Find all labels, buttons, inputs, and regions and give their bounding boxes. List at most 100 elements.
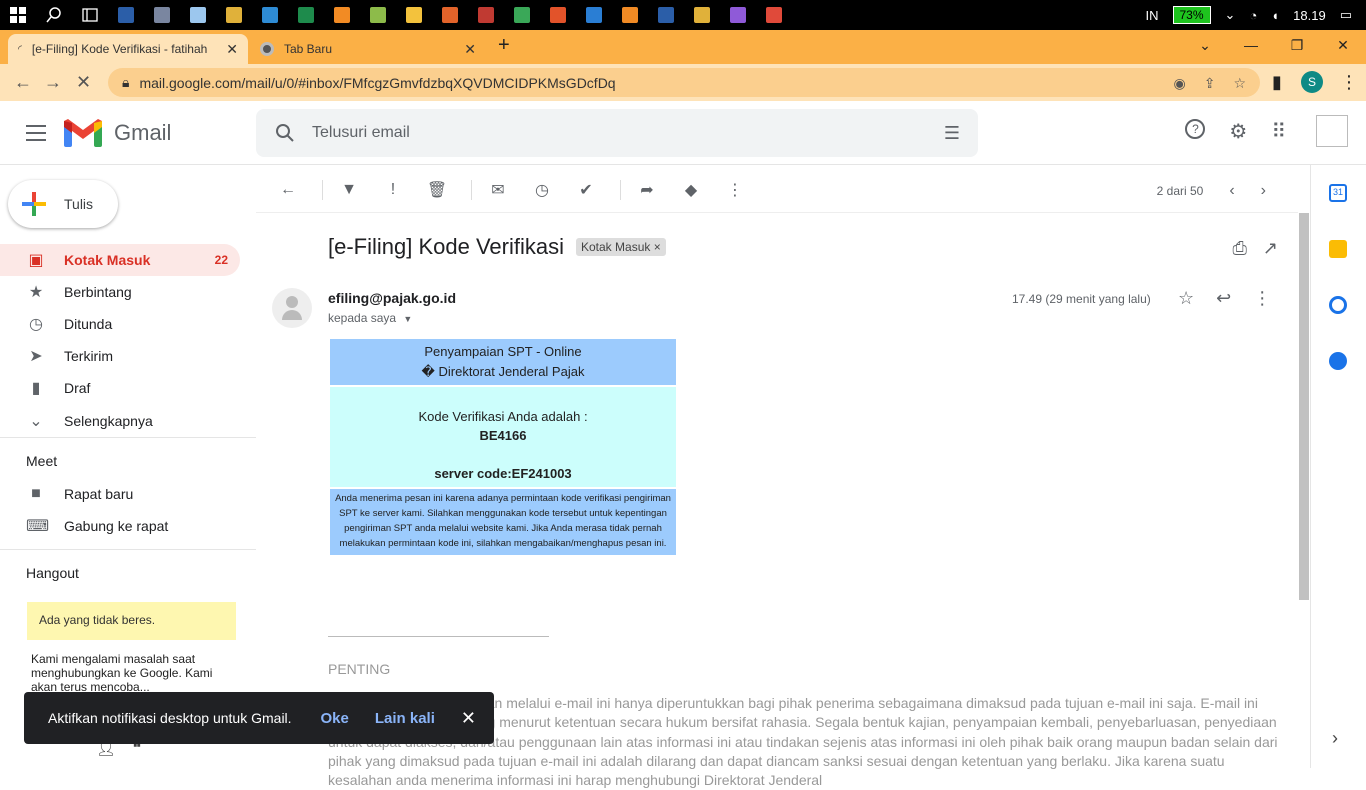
tab-search-icon[interactable]: ⌄	[1182, 30, 1228, 60]
restore-icon[interactable]: ❐	[1274, 30, 1320, 60]
task-view-icon[interactable]	[72, 0, 108, 30]
notes-icon[interactable]	[180, 0, 216, 30]
expand-panel-icon[interactable]: ›	[1332, 728, 1338, 749]
back-arrow-icon[interactable]: ←	[270, 172, 306, 208]
chevron-up-icon[interactable]: ⌄	[1225, 7, 1236, 23]
close-window-icon[interactable]: ✕	[1320, 30, 1366, 60]
close-icon[interactable]: ✕	[461, 708, 476, 729]
search-input[interactable]: Telusuri email	[312, 124, 944, 142]
chrome2-icon[interactable]	[684, 0, 720, 30]
gmail-logo[interactable]: Gmail	[64, 119, 171, 147]
remove-label-icon[interactable]: ×	[654, 240, 661, 254]
print-icon[interactable]: ⎙	[1233, 238, 1247, 259]
dropdown-caret-icon[interactable]: ▼	[403, 314, 412, 324]
menu-icon[interactable]	[26, 125, 46, 146]
settings-gear-icon[interactable]: ⚙	[1229, 119, 1247, 144]
volume-icon[interactable]: ◖	[1271, 8, 1279, 23]
word-icon[interactable]	[648, 0, 684, 30]
chevron-right-icon[interactable]: ›	[1261, 182, 1266, 200]
tab-new[interactable]: Tab Baru ✕	[250, 34, 486, 64]
sidebar-item-inbox[interactable]: ▣ Kotak Masuk 22	[0, 244, 240, 276]
search-icon[interactable]	[274, 123, 296, 143]
stop-icon[interactable]: ✕	[76, 72, 91, 93]
battery-indicator[interactable]: 73%	[1173, 6, 1211, 24]
account-image[interactable]	[1316, 115, 1348, 147]
star-bookmark-icon[interactable]: ☆	[1233, 75, 1246, 92]
label-icon[interactable]: ◆	[673, 172, 709, 208]
sidebar-item-snoozed[interactable]: ◷ Ditunda	[0, 308, 240, 340]
help-icon[interactable]: ?	[1185, 119, 1205, 139]
snooze-icon[interactable]: ◷	[524, 172, 560, 208]
star-icon[interactable]: ☆	[1178, 288, 1194, 309]
browser-icon[interactable]	[720, 0, 756, 30]
clock-text[interactable]: 18.19	[1293, 8, 1326, 23]
tasks-icon[interactable]	[1329, 296, 1347, 314]
apps-grid-icon[interactable]: ⠿	[1271, 119, 1286, 144]
open-new-window-icon[interactable]: ↗	[1263, 238, 1278, 259]
more-vert-icon[interactable]: ⋮	[717, 172, 753, 208]
browser-menu-icon[interactable]: ⋮	[1340, 72, 1358, 93]
sidebar-item-drafts[interactable]: ▮ Draf	[0, 372, 240, 404]
network-icon[interactable]: ◔	[1249, 8, 1257, 23]
excel-icon[interactable]	[288, 0, 324, 30]
new-tab-button[interactable]: +	[498, 34, 510, 57]
chevron-left-icon[interactable]: ‹	[1229, 182, 1234, 200]
recipient-text[interactable]: kepada saya ▼	[328, 311, 412, 325]
search-icon[interactable]	[36, 0, 72, 30]
contacts-icon[interactable]	[1329, 352, 1347, 370]
close-tab-icon[interactable]: ✕	[464, 41, 476, 58]
keep-icon[interactable]	[1329, 240, 1347, 258]
edge-icon[interactable]	[252, 0, 288, 30]
orange-app-icon[interactable]	[324, 0, 360, 30]
sidebar-item-more[interactable]: ⌄ Selengkapnya	[0, 405, 240, 437]
close-tab-icon[interactable]: ✕	[226, 41, 238, 58]
move-to-icon[interactable]: ➦	[629, 172, 665, 208]
address-bar[interactable]: 🔒︎ mail.google.com/mail/u/0/#inbox/FMfcg…	[108, 68, 1260, 97]
forward-icon[interactable]: →	[44, 72, 62, 93]
tab-gmail[interactable]: ◜ [e-Filing] Kode Verifikasi - fatihah ✕	[8, 34, 248, 64]
compose-button[interactable]: Tulis	[8, 180, 118, 228]
converter-icon[interactable]	[432, 0, 468, 30]
image-app-icon[interactable]	[360, 0, 396, 30]
chrome-icon[interactable]	[216, 0, 252, 30]
sender-avatar[interactable]	[272, 288, 312, 328]
report-spam-icon[interactable]: !	[375, 172, 411, 208]
back-icon[interactable]: ←	[14, 72, 32, 93]
label-chip-text: Kotak Masuk	[581, 240, 650, 254]
calendar-icon[interactable]: 31	[1329, 184, 1347, 202]
meet-join-meeting[interactable]: ⌨ Gabung ke rapat	[0, 510, 240, 542]
share-icon[interactable]: ⇪	[1204, 75, 1216, 92]
sidebar-item-starred[interactable]: ★ Berbintang	[0, 276, 240, 308]
profile-avatar[interactable]: S	[1301, 71, 1323, 93]
pdf-icon[interactable]	[540, 0, 576, 30]
ps-icon[interactable]	[108, 0, 144, 30]
meet-new-meeting[interactable]: ■ Rapat baru	[0, 478, 240, 510]
notification-icon[interactable]: ▭	[1340, 7, 1352, 23]
sender-email[interactable]: efiling@pajak.go.id	[328, 290, 456, 306]
delete-icon[interactable]: 🗑︎	[419, 172, 455, 208]
sublime-icon[interactable]	[612, 0, 648, 30]
add-task-icon[interactable]: ✔	[568, 172, 604, 208]
more-vert-icon[interactable]: ⋮	[1253, 288, 1271, 309]
ok-button[interactable]: Oke	[321, 710, 349, 727]
photos-icon[interactable]	[504, 0, 540, 30]
later-button[interactable]: Lain kali	[375, 710, 435, 727]
vscode-icon[interactable]	[576, 0, 612, 30]
side-panel-icon[interactable]: ▮	[1272, 72, 1282, 93]
eye-icon[interactable]: ◉	[1173, 75, 1185, 92]
reply-icon[interactable]: ↩	[1216, 288, 1231, 309]
explorer-icon[interactable]	[396, 0, 432, 30]
sidebar-item-sent[interactable]: ➤ Terkirim	[0, 340, 240, 372]
search-options-icon[interactable]: ☰	[944, 123, 960, 144]
minimize-icon[interactable]: —	[1228, 30, 1274, 60]
mark-unread-icon[interactable]: ✉	[480, 172, 516, 208]
chrome3-icon[interactable]	[756, 0, 792, 30]
start-icon[interactable]	[0, 0, 36, 30]
tool-icon[interactable]	[468, 0, 504, 30]
search-bar[interactable]: Telusuri email ☰	[256, 109, 978, 157]
scrollbar-thumb[interactable]	[1299, 213, 1309, 600]
language-indicator[interactable]: IN	[1146, 8, 1159, 23]
calc-icon[interactable]	[144, 0, 180, 30]
inbox-label-chip[interactable]: Kotak Masuk ×	[576, 238, 666, 256]
archive-icon[interactable]: ▼	[331, 172, 367, 208]
